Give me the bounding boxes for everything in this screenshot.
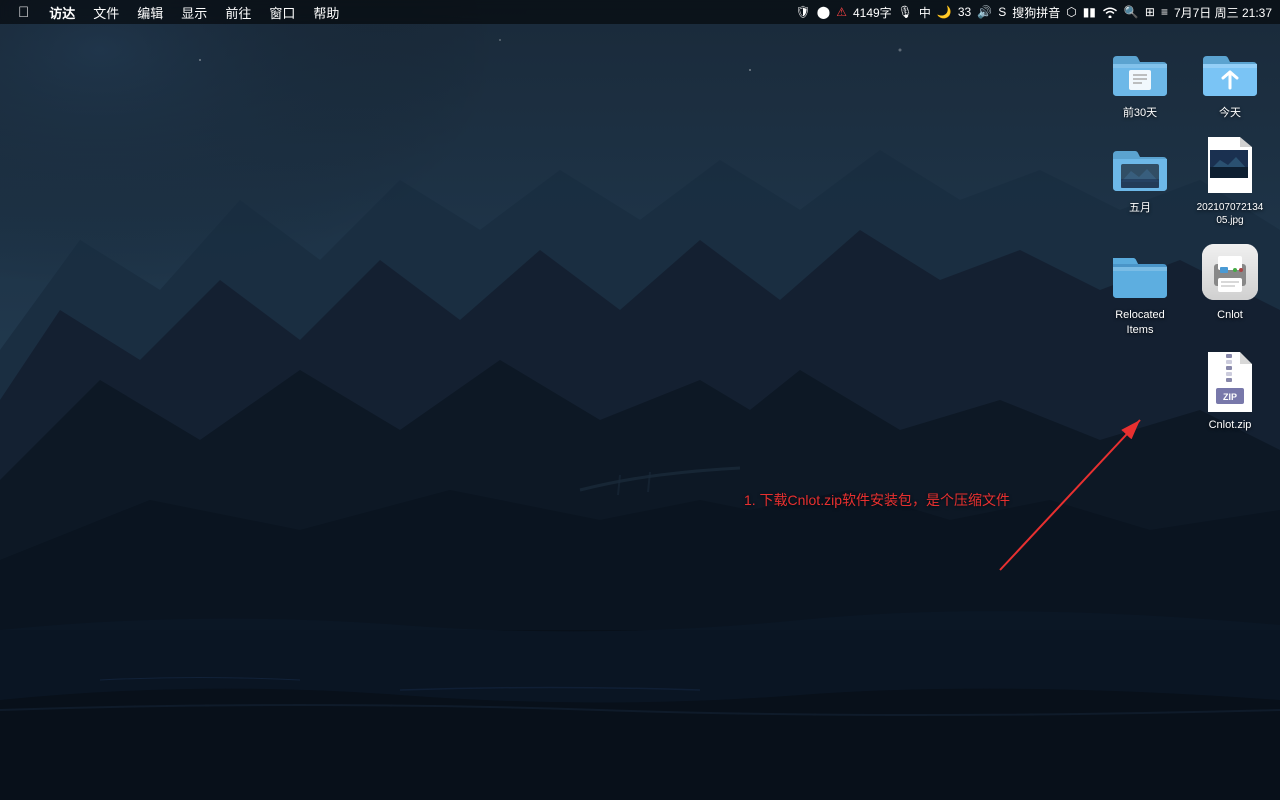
cnlot-label: Cnlot bbox=[1217, 308, 1243, 322]
mountain-overlay bbox=[0, 0, 1280, 800]
svg-text:ZIP: ZIP bbox=[1223, 392, 1237, 402]
apple-menu[interactable]:  bbox=[8, 2, 39, 23]
circle-status-icon: ⬤ bbox=[817, 5, 830, 19]
cnlot-app-svg bbox=[1200, 242, 1260, 302]
screenshot-icon-img bbox=[1198, 133, 1262, 197]
battery-icon: ▮▮ bbox=[1083, 5, 1096, 19]
annotation-container: 1. 下载Cnlot.zip软件安装包，是个压缩文件 bbox=[744, 490, 1010, 510]
wifi-icon bbox=[1102, 6, 1118, 18]
datetime: 7月7日 周三 21:37 bbox=[1174, 4, 1272, 21]
file-menu[interactable]: 文件 bbox=[85, 1, 127, 24]
icon-row-2: 五月 20210707213405.jpg bbox=[1100, 129, 1270, 231]
may-label: 五月 bbox=[1129, 201, 1151, 215]
today-icon-img bbox=[1198, 38, 1262, 102]
menubar-right: 🛡 ⬤ ⚠ 4149字 🎙 中 🌙 33 🔊 S 搜狗拼音 ⬡ ▮▮ bbox=[796, 4, 1272, 21]
may-folder-svg bbox=[1109, 137, 1171, 193]
go-menu[interactable]: 前往 bbox=[217, 1, 259, 24]
annotation-text: 1. 下载Cnlot.zip软件安装包，是个压缩文件 bbox=[744, 492, 1010, 508]
icon-may[interactable]: 五月 bbox=[1100, 129, 1180, 231]
control-center-icon[interactable]: ⊞ bbox=[1145, 5, 1155, 19]
icon-row-3: Relocated Items bbox=[1100, 236, 1270, 341]
relocated-icon-img bbox=[1108, 240, 1172, 304]
prev30days-label: 前30天 bbox=[1123, 106, 1157, 120]
window-menu[interactable]: 窗口 bbox=[261, 1, 303, 24]
desktop-icons-container: 前30天 今天 bbox=[1100, 34, 1270, 436]
search-icon[interactable]: 🔍 bbox=[1124, 5, 1139, 19]
word-count: 4149字 bbox=[853, 4, 892, 21]
battery-percent: 33 bbox=[958, 5, 971, 19]
help-menu[interactable]: 帮助 bbox=[305, 1, 347, 24]
moon-icon: 🌙 bbox=[937, 5, 952, 19]
icon-today[interactable]: 今天 bbox=[1190, 34, 1270, 124]
may-icon-img bbox=[1108, 133, 1172, 197]
screenshot-doc-svg bbox=[1202, 135, 1258, 195]
icon-cnlot[interactable]: Cnlot bbox=[1190, 236, 1270, 341]
bluetooth-icon: ⬡ bbox=[1066, 5, 1076, 19]
menubar-left:  访达 文件 编辑 显示 前往 窗口 帮助 bbox=[8, 1, 347, 24]
alert-icon: ⚠ bbox=[836, 5, 847, 19]
cnlot-icon-img bbox=[1198, 240, 1262, 304]
icon-row-4: ZIP Cnlot.zip bbox=[1100, 346, 1270, 436]
icon-screenshot[interactable]: 20210707213405.jpg bbox=[1190, 129, 1270, 231]
edit-menu[interactable]: 编辑 bbox=[129, 1, 171, 24]
prev30days-icon-img bbox=[1108, 38, 1172, 102]
input-method-label[interactable]: 搜狗拼音 bbox=[1012, 4, 1060, 21]
cnlot-zip-svg: ZIP bbox=[1202, 350, 1258, 414]
view-menu[interactable]: 显示 bbox=[173, 1, 215, 24]
icon-cnlot-zip[interactable]: ZIP Cnlot.zip bbox=[1190, 346, 1270, 436]
menubar:  访达 文件 编辑 显示 前往 窗口 帮助 🛡 ⬤ ⚠ 4149字 🎙 中 🌙… bbox=[0, 0, 1280, 24]
prev30days-folder-svg bbox=[1109, 42, 1171, 98]
input-indicator: 中 bbox=[919, 4, 931, 21]
notification-icon[interactable]: ≡ bbox=[1161, 5, 1168, 19]
shield-status-icon: 🛡 bbox=[796, 5, 811, 19]
app-name-menu[interactable]: 访达 bbox=[41, 1, 83, 24]
today-label: 今天 bbox=[1219, 106, 1241, 120]
icon-relocated-items[interactable]: Relocated Items bbox=[1100, 236, 1180, 341]
icon-row-1: 前30天 今天 bbox=[1100, 34, 1270, 124]
screenshot-label: 20210707213405.jpg bbox=[1194, 201, 1266, 227]
sougou-icon[interactable]: S bbox=[998, 5, 1006, 19]
today-folder-svg bbox=[1199, 42, 1261, 98]
icon-prev30days[interactable]: 前30天 bbox=[1100, 34, 1180, 124]
relocated-folder-svg bbox=[1109, 244, 1171, 300]
cnlot-zip-icon-img: ZIP bbox=[1198, 350, 1262, 414]
mic-icon: 🎙 bbox=[898, 5, 913, 19]
cnlot-zip-label: Cnlot.zip bbox=[1209, 418, 1252, 432]
volume-icon: 🔊 bbox=[977, 5, 992, 19]
relocated-items-label: Relocated Items bbox=[1104, 308, 1176, 337]
